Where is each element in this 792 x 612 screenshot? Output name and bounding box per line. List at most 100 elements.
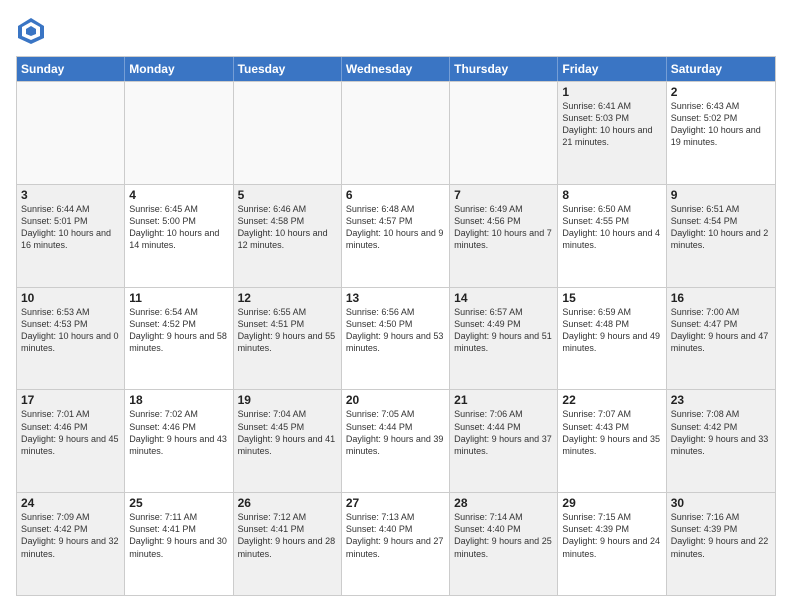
day-number: 17 [21, 393, 120, 407]
calendar-row-1: 3Sunrise: 6:44 AM Sunset: 5:01 PM Daylig… [17, 184, 775, 287]
calendar-cell-empty-0-1 [125, 82, 233, 184]
calendar-cell-day-25: 25Sunrise: 7:11 AM Sunset: 4:41 PM Dayli… [125, 493, 233, 595]
calendar-cell-day-11: 11Sunrise: 6:54 AM Sunset: 4:52 PM Dayli… [125, 288, 233, 390]
calendar-row-4: 24Sunrise: 7:09 AM Sunset: 4:42 PM Dayli… [17, 492, 775, 595]
calendar-row-3: 17Sunrise: 7:01 AM Sunset: 4:46 PM Dayli… [17, 389, 775, 492]
day-info: Sunrise: 6:45 AM Sunset: 5:00 PM Dayligh… [129, 203, 228, 252]
day-info: Sunrise: 7:02 AM Sunset: 4:46 PM Dayligh… [129, 408, 228, 457]
day-number: 27 [346, 496, 445, 510]
day-number: 6 [346, 188, 445, 202]
day-number: 19 [238, 393, 337, 407]
day-number: 7 [454, 188, 553, 202]
calendar-cell-day-12: 12Sunrise: 6:55 AM Sunset: 4:51 PM Dayli… [234, 288, 342, 390]
calendar-cell-day-19: 19Sunrise: 7:04 AM Sunset: 4:45 PM Dayli… [234, 390, 342, 492]
day-number: 21 [454, 393, 553, 407]
calendar-cell-empty-0-2 [234, 82, 342, 184]
calendar-cell-day-9: 9Sunrise: 6:51 AM Sunset: 4:54 PM Daylig… [667, 185, 775, 287]
calendar-cell-day-29: 29Sunrise: 7:15 AM Sunset: 4:39 PM Dayli… [558, 493, 666, 595]
calendar-cell-day-28: 28Sunrise: 7:14 AM Sunset: 4:40 PM Dayli… [450, 493, 558, 595]
day-info: Sunrise: 7:07 AM Sunset: 4:43 PM Dayligh… [562, 408, 661, 457]
day-info: Sunrise: 7:01 AM Sunset: 4:46 PM Dayligh… [21, 408, 120, 457]
calendar-cell-day-27: 27Sunrise: 7:13 AM Sunset: 4:40 PM Dayli… [342, 493, 450, 595]
calendar-cell-day-24: 24Sunrise: 7:09 AM Sunset: 4:42 PM Dayli… [17, 493, 125, 595]
weekday-header-thursday: Thursday [450, 57, 558, 81]
calendar-cell-day-30: 30Sunrise: 7:16 AM Sunset: 4:39 PM Dayli… [667, 493, 775, 595]
calendar-body: 1Sunrise: 6:41 AM Sunset: 5:03 PM Daylig… [17, 81, 775, 595]
page: SundayMondayTuesdayWednesdayThursdayFrid… [0, 0, 792, 612]
calendar-cell-day-7: 7Sunrise: 6:49 AM Sunset: 4:56 PM Daylig… [450, 185, 558, 287]
calendar-cell-day-20: 20Sunrise: 7:05 AM Sunset: 4:44 PM Dayli… [342, 390, 450, 492]
calendar-cell-day-18: 18Sunrise: 7:02 AM Sunset: 4:46 PM Dayli… [125, 390, 233, 492]
day-number: 4 [129, 188, 228, 202]
day-number: 20 [346, 393, 445, 407]
header [16, 16, 776, 46]
day-number: 23 [671, 393, 771, 407]
day-info: Sunrise: 6:48 AM Sunset: 4:57 PM Dayligh… [346, 203, 445, 252]
calendar-cell-day-22: 22Sunrise: 7:07 AM Sunset: 4:43 PM Dayli… [558, 390, 666, 492]
day-info: Sunrise: 7:08 AM Sunset: 4:42 PM Dayligh… [671, 408, 771, 457]
weekday-header-wednesday: Wednesday [342, 57, 450, 81]
day-number: 16 [671, 291, 771, 305]
day-number: 29 [562, 496, 661, 510]
day-number: 24 [21, 496, 120, 510]
logo [16, 16, 50, 46]
day-info: Sunrise: 7:12 AM Sunset: 4:41 PM Dayligh… [238, 511, 337, 560]
calendar-cell-day-15: 15Sunrise: 6:59 AM Sunset: 4:48 PM Dayli… [558, 288, 666, 390]
calendar-row-2: 10Sunrise: 6:53 AM Sunset: 4:53 PM Dayli… [17, 287, 775, 390]
calendar-cell-day-21: 21Sunrise: 7:06 AM Sunset: 4:44 PM Dayli… [450, 390, 558, 492]
day-number: 2 [671, 85, 771, 99]
calendar-cell-day-2: 2Sunrise: 6:43 AM Sunset: 5:02 PM Daylig… [667, 82, 775, 184]
day-info: Sunrise: 7:14 AM Sunset: 4:40 PM Dayligh… [454, 511, 553, 560]
day-number: 8 [562, 188, 661, 202]
day-info: Sunrise: 7:09 AM Sunset: 4:42 PM Dayligh… [21, 511, 120, 560]
weekday-header-saturday: Saturday [667, 57, 775, 81]
day-number: 28 [454, 496, 553, 510]
day-number: 18 [129, 393, 228, 407]
logo-icon [16, 16, 46, 46]
day-number: 5 [238, 188, 337, 202]
calendar-header: SundayMondayTuesdayWednesdayThursdayFrid… [17, 57, 775, 81]
day-number: 12 [238, 291, 337, 305]
calendar-cell-day-17: 17Sunrise: 7:01 AM Sunset: 4:46 PM Dayli… [17, 390, 125, 492]
day-info: Sunrise: 7:16 AM Sunset: 4:39 PM Dayligh… [671, 511, 771, 560]
calendar-cell-day-16: 16Sunrise: 7:00 AM Sunset: 4:47 PM Dayli… [667, 288, 775, 390]
calendar-cell-day-26: 26Sunrise: 7:12 AM Sunset: 4:41 PM Dayli… [234, 493, 342, 595]
day-info: Sunrise: 6:57 AM Sunset: 4:49 PM Dayligh… [454, 306, 553, 355]
day-number: 10 [21, 291, 120, 305]
weekday-header-tuesday: Tuesday [234, 57, 342, 81]
calendar-cell-day-3: 3Sunrise: 6:44 AM Sunset: 5:01 PM Daylig… [17, 185, 125, 287]
day-info: Sunrise: 6:51 AM Sunset: 4:54 PM Dayligh… [671, 203, 771, 252]
day-info: Sunrise: 6:50 AM Sunset: 4:55 PM Dayligh… [562, 203, 661, 252]
calendar-cell-day-13: 13Sunrise: 6:56 AM Sunset: 4:50 PM Dayli… [342, 288, 450, 390]
weekday-header-friday: Friday [558, 57, 666, 81]
calendar-row-0: 1Sunrise: 6:41 AM Sunset: 5:03 PM Daylig… [17, 81, 775, 184]
day-info: Sunrise: 6:59 AM Sunset: 4:48 PM Dayligh… [562, 306, 661, 355]
day-info: Sunrise: 7:05 AM Sunset: 4:44 PM Dayligh… [346, 408, 445, 457]
day-info: Sunrise: 6:46 AM Sunset: 4:58 PM Dayligh… [238, 203, 337, 252]
calendar-cell-empty-0-4 [450, 82, 558, 184]
weekday-header-sunday: Sunday [17, 57, 125, 81]
calendar-cell-day-4: 4Sunrise: 6:45 AM Sunset: 5:00 PM Daylig… [125, 185, 233, 287]
calendar-cell-day-14: 14Sunrise: 6:57 AM Sunset: 4:49 PM Dayli… [450, 288, 558, 390]
day-info: Sunrise: 7:04 AM Sunset: 4:45 PM Dayligh… [238, 408, 337, 457]
day-info: Sunrise: 6:49 AM Sunset: 4:56 PM Dayligh… [454, 203, 553, 252]
calendar-cell-day-5: 5Sunrise: 6:46 AM Sunset: 4:58 PM Daylig… [234, 185, 342, 287]
calendar-cell-day-1: 1Sunrise: 6:41 AM Sunset: 5:03 PM Daylig… [558, 82, 666, 184]
day-info: Sunrise: 6:41 AM Sunset: 5:03 PM Dayligh… [562, 100, 661, 149]
calendar-cell-day-6: 6Sunrise: 6:48 AM Sunset: 4:57 PM Daylig… [342, 185, 450, 287]
day-number: 14 [454, 291, 553, 305]
day-info: Sunrise: 6:44 AM Sunset: 5:01 PM Dayligh… [21, 203, 120, 252]
calendar-cell-empty-0-0 [17, 82, 125, 184]
day-info: Sunrise: 6:56 AM Sunset: 4:50 PM Dayligh… [346, 306, 445, 355]
day-info: Sunrise: 6:55 AM Sunset: 4:51 PM Dayligh… [238, 306, 337, 355]
day-info: Sunrise: 6:43 AM Sunset: 5:02 PM Dayligh… [671, 100, 771, 149]
day-number: 11 [129, 291, 228, 305]
day-info: Sunrise: 6:53 AM Sunset: 4:53 PM Dayligh… [21, 306, 120, 355]
weekday-header-monday: Monday [125, 57, 233, 81]
day-number: 26 [238, 496, 337, 510]
day-number: 30 [671, 496, 771, 510]
day-number: 9 [671, 188, 771, 202]
day-info: Sunrise: 7:13 AM Sunset: 4:40 PM Dayligh… [346, 511, 445, 560]
day-number: 13 [346, 291, 445, 305]
calendar: SundayMondayTuesdayWednesdayThursdayFrid… [16, 56, 776, 596]
